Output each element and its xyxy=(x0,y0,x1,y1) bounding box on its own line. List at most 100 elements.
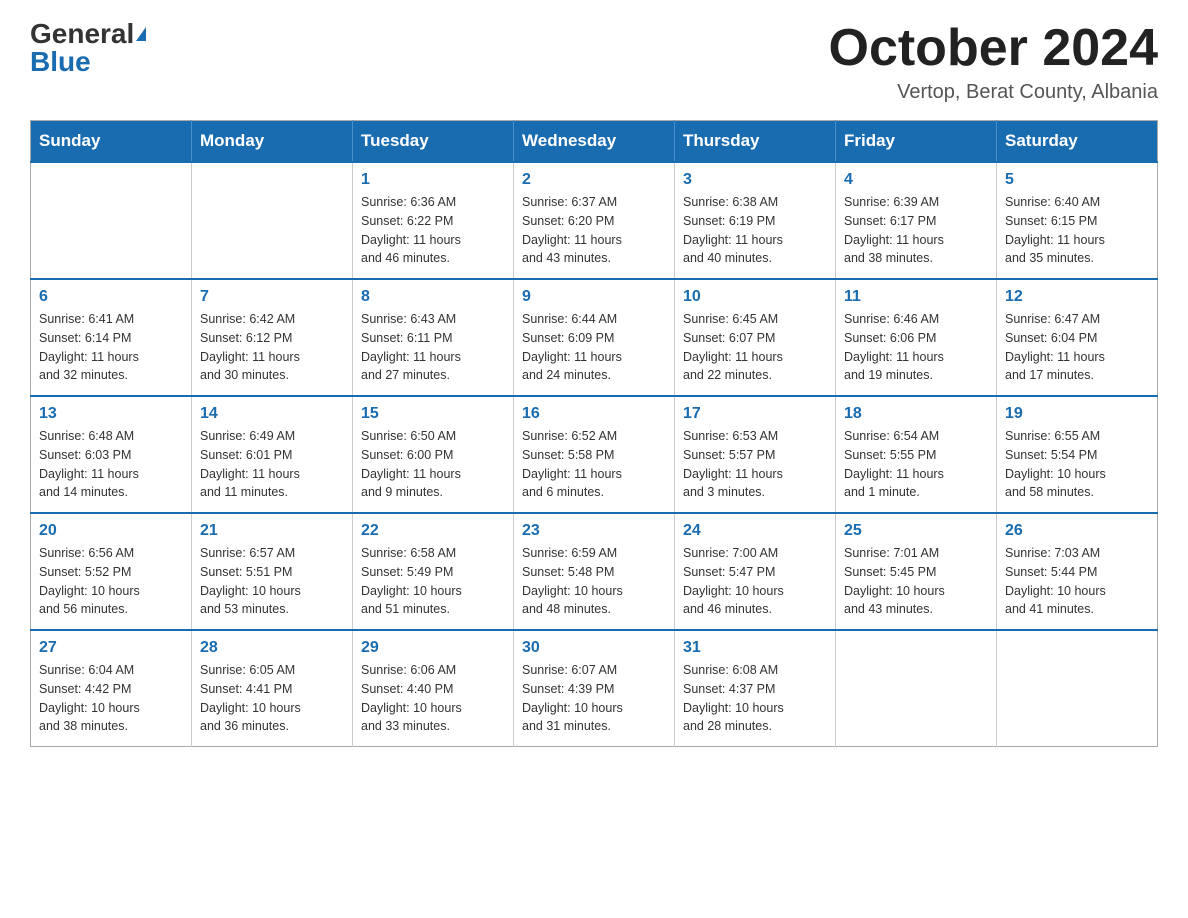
day-info: Sunrise: 6:07 AM Sunset: 4:39 PM Dayligh… xyxy=(522,661,666,736)
calendar-day-cell: 24 Sunrise: 7:00 AM Sunset: 5:47 PM Dayli… xyxy=(675,513,836,630)
day-number: 21 xyxy=(200,522,344,540)
location: Vertop, Berat County, Albania xyxy=(829,81,1159,104)
calendar-day-cell: 16 Sunrise: 6:52 AM Sunset: 5:58 PM Dayli… xyxy=(514,396,675,513)
day-info: Sunrise: 6:45 AM Sunset: 6:07 PM Dayligh… xyxy=(683,310,827,385)
calendar-day-cell: 30 Sunrise: 6:07 AM Sunset: 4:39 PM Dayli… xyxy=(514,630,675,747)
day-info: Sunrise: 6:47 AM Sunset: 6:04 PM Dayligh… xyxy=(1005,310,1149,385)
day-number: 28 xyxy=(200,639,344,657)
calendar-day-cell xyxy=(192,162,353,279)
calendar-day-cell: 17Sunrise: 6:53 AM Sunset: 5:57 PM Dayli… xyxy=(675,396,836,513)
day-info: Sunrise: 7:00 AM Sunset: 5:47 PM Dayligh… xyxy=(683,544,827,619)
calendar-day-cell: 5 Sunrise: 6:40 AM Sunset: 6:15 PM Daylig… xyxy=(997,162,1158,279)
day-info: Sunrise: 6:56 AM Sunset: 5:52 PM Dayligh… xyxy=(39,544,183,619)
day-number: 25 xyxy=(844,522,988,540)
calendar-day-cell xyxy=(997,630,1158,747)
calendar-day-cell: 9Sunrise: 6:44 AM Sunset: 6:09 PM Daylig… xyxy=(514,279,675,396)
calendar-day-cell: 18 Sunrise: 6:54 AM Sunset: 5:55 PM Dayli… xyxy=(836,396,997,513)
day-info: Sunrise: 6:52 AM Sunset: 5:58 PM Dayligh… xyxy=(522,427,666,502)
calendar-day-cell: 4 Sunrise: 6:39 AM Sunset: 6:17 PM Daylig… xyxy=(836,162,997,279)
calendar-day-cell: 27Sunrise: 6:04 AM Sunset: 4:42 PM Dayli… xyxy=(31,630,192,747)
calendar-day-cell: 31Sunrise: 6:08 AM Sunset: 4:37 PM Dayli… xyxy=(675,630,836,747)
calendar-week-row: 13 Sunrise: 6:48 AM Sunset: 6:03 PM Dayli… xyxy=(31,396,1158,513)
calendar-day-cell: 13 Sunrise: 6:48 AM Sunset: 6:03 PM Dayli… xyxy=(31,396,192,513)
day-number: 8 xyxy=(361,288,505,306)
calendar-week-row: 27Sunrise: 6:04 AM Sunset: 4:42 PM Dayli… xyxy=(31,630,1158,747)
day-info: Sunrise: 6:40 AM Sunset: 6:15 PM Dayligh… xyxy=(1005,193,1149,268)
day-info: Sunrise: 6:36 AM Sunset: 6:22 PM Dayligh… xyxy=(361,193,505,268)
calendar-week-row: 6 Sunrise: 6:41 AM Sunset: 6:14 PM Daylig… xyxy=(31,279,1158,396)
calendar-day-cell: 10 Sunrise: 6:45 AM Sunset: 6:07 PM Dayli… xyxy=(675,279,836,396)
calendar-day-cell: 20 Sunrise: 6:56 AM Sunset: 5:52 PM Dayli… xyxy=(31,513,192,630)
day-info: Sunrise: 6:48 AM Sunset: 6:03 PM Dayligh… xyxy=(39,427,183,502)
day-number: 6 xyxy=(39,288,183,306)
logo: General Blue xyxy=(30,20,146,76)
day-number: 9 xyxy=(522,288,666,306)
calendar-day-cell xyxy=(836,630,997,747)
calendar-day-cell: 14 Sunrise: 6:49 AM Sunset: 6:01 PM Dayli… xyxy=(192,396,353,513)
day-info: Sunrise: 6:39 AM Sunset: 6:17 PM Dayligh… xyxy=(844,193,988,268)
day-number: 30 xyxy=(522,639,666,657)
day-number: 15 xyxy=(361,405,505,423)
day-info: Sunrise: 6:06 AM Sunset: 4:40 PM Dayligh… xyxy=(361,661,505,736)
calendar-header: SundayMondayTuesdayWednesdayThursdayFrid… xyxy=(31,121,1158,163)
day-number: 4 xyxy=(844,171,988,189)
calendar-day-cell: 11Sunrise: 6:46 AM Sunset: 6:06 PM Dayli… xyxy=(836,279,997,396)
day-info: Sunrise: 6:57 AM Sunset: 5:51 PM Dayligh… xyxy=(200,544,344,619)
day-number: 26 xyxy=(1005,522,1149,540)
day-of-week-header: Wednesday xyxy=(514,121,675,163)
day-number: 19 xyxy=(1005,405,1149,423)
day-info: Sunrise: 6:37 AM Sunset: 6:20 PM Dayligh… xyxy=(522,193,666,268)
month-title: October 2024 xyxy=(829,20,1159,77)
day-number: 1 xyxy=(361,171,505,189)
day-info: Sunrise: 6:49 AM Sunset: 6:01 PM Dayligh… xyxy=(200,427,344,502)
calendar-day-cell: 2 Sunrise: 6:37 AM Sunset: 6:20 PM Daylig… xyxy=(514,162,675,279)
day-info: Sunrise: 6:59 AM Sunset: 5:48 PM Dayligh… xyxy=(522,544,666,619)
day-info: Sunrise: 6:54 AM Sunset: 5:55 PM Dayligh… xyxy=(844,427,988,502)
day-number: 2 xyxy=(522,171,666,189)
calendar-day-cell: 12Sunrise: 6:47 AM Sunset: 6:04 PM Dayli… xyxy=(997,279,1158,396)
day-number: 7 xyxy=(200,288,344,306)
calendar-day-cell: 1 Sunrise: 6:36 AM Sunset: 6:22 PM Daylig… xyxy=(353,162,514,279)
title-area: October 2024 Vertop, Berat County, Alban… xyxy=(829,20,1159,104)
day-number: 20 xyxy=(39,522,183,540)
calendar-day-cell: 23Sunrise: 6:59 AM Sunset: 5:48 PM Dayli… xyxy=(514,513,675,630)
calendar-day-cell: 8 Sunrise: 6:43 AM Sunset: 6:11 PM Daylig… xyxy=(353,279,514,396)
calendar-day-cell xyxy=(31,162,192,279)
calendar-day-cell: 25Sunrise: 7:01 AM Sunset: 5:45 PM Dayli… xyxy=(836,513,997,630)
day-number: 14 xyxy=(200,405,344,423)
day-of-week-header: Saturday xyxy=(997,121,1158,163)
day-of-week-header: Monday xyxy=(192,121,353,163)
day-number: 18 xyxy=(844,405,988,423)
logo-blue-text: Blue xyxy=(30,48,91,76)
day-of-week-header: Tuesday xyxy=(353,121,514,163)
logo-triangle-icon xyxy=(136,27,146,41)
day-info: Sunrise: 6:41 AM Sunset: 6:14 PM Dayligh… xyxy=(39,310,183,385)
day-number: 16 xyxy=(522,405,666,423)
day-number: 24 xyxy=(683,522,827,540)
calendar-week-row: 20 Sunrise: 6:56 AM Sunset: 5:52 PM Dayli… xyxy=(31,513,1158,630)
day-number: 11 xyxy=(844,288,988,306)
page-header: General Blue October 2024 Vertop, Berat … xyxy=(30,20,1158,104)
day-info: Sunrise: 6:58 AM Sunset: 5:49 PM Dayligh… xyxy=(361,544,505,619)
day-number: 3 xyxy=(683,171,827,189)
calendar-day-cell: 6 Sunrise: 6:41 AM Sunset: 6:14 PM Daylig… xyxy=(31,279,192,396)
logo-general-text: General xyxy=(30,20,134,48)
day-number: 13 xyxy=(39,405,183,423)
calendar-week-row: 1 Sunrise: 6:36 AM Sunset: 6:22 PM Daylig… xyxy=(31,162,1158,279)
calendar-day-cell: 28Sunrise: 6:05 AM Sunset: 4:41 PM Dayli… xyxy=(192,630,353,747)
day-info: Sunrise: 6:55 AM Sunset: 5:54 PM Dayligh… xyxy=(1005,427,1149,502)
calendar-day-cell: 15Sunrise: 6:50 AM Sunset: 6:00 PM Dayli… xyxy=(353,396,514,513)
day-info: Sunrise: 6:04 AM Sunset: 4:42 PM Dayligh… xyxy=(39,661,183,736)
day-info: Sunrise: 6:43 AM Sunset: 6:11 PM Dayligh… xyxy=(361,310,505,385)
day-number: 10 xyxy=(683,288,827,306)
day-number: 5 xyxy=(1005,171,1149,189)
day-info: Sunrise: 6:08 AM Sunset: 4:37 PM Dayligh… xyxy=(683,661,827,736)
calendar-day-cell: 21 Sunrise: 6:57 AM Sunset: 5:51 PM Dayli… xyxy=(192,513,353,630)
day-number: 22 xyxy=(361,522,505,540)
days-of-week-row: SundayMondayTuesdayWednesdayThursdayFrid… xyxy=(31,121,1158,163)
calendar-day-cell: 19 Sunrise: 6:55 AM Sunset: 5:54 PM Dayli… xyxy=(997,396,1158,513)
day-of-week-header: Thursday xyxy=(675,121,836,163)
day-number: 29 xyxy=(361,639,505,657)
day-info: Sunrise: 6:53 AM Sunset: 5:57 PM Dayligh… xyxy=(683,427,827,502)
day-info: Sunrise: 6:42 AM Sunset: 6:12 PM Dayligh… xyxy=(200,310,344,385)
